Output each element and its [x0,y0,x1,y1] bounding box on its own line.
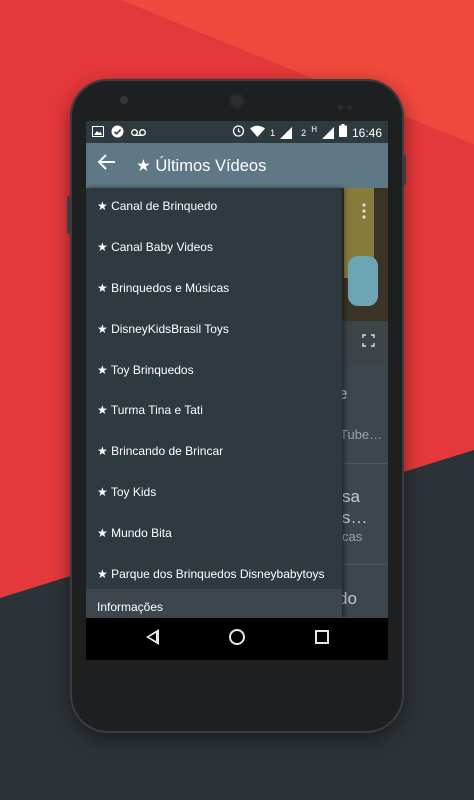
phone-screen: 1 2 H 16:46 ★ Últimos Vídeos e Tube… sa … [86,121,388,660]
page-title: ★ Últimos Vídeos [136,157,267,175]
system-nav-bar [86,618,388,660]
signal-icon [280,126,293,139]
wifi-icon [250,125,266,141]
alarm-icon [232,124,245,141]
drawer-item-brinquedos-e-musicas[interactable]: ★ Brinquedos e Músicas [97,281,229,295]
content-text-peek-2: Tube… [340,427,383,442]
phone-side-button [67,196,70,234]
drawer-item-parque-dos-brinquedos[interactable]: ★ Parque dos Brinquedos Disneybabytoys [97,567,325,581]
image-icon [92,126,104,141]
sim1-label: 1 [270,127,276,138]
more-options-icon[interactable] [362,203,368,219]
proximity-sensors [338,97,358,110]
drawer-item-toy-brinquedos[interactable]: ★ Toy Brinquedos [97,363,194,377]
content-text-peek-3: sa [342,487,360,506]
nav-home-icon[interactable] [229,629,245,645]
nav-recent-icon[interactable] [315,630,329,644]
drawer-item-turma-tina-e-tati[interactable]: ★ Turma Tina e Tati [97,403,203,417]
app-toolbar: ★ Últimos Vídeos [86,143,388,188]
thumbnail-detail-blue [348,256,378,306]
voicemail-icon [131,127,146,141]
status-bar: 1 2 H 16:46 [86,121,388,143]
drawer-item-canal-baby-videos[interactable]: ★ Canal Baby Videos [97,240,213,254]
network-type-label: H [311,124,317,134]
arrow-left-icon[interactable] [97,153,116,175]
list-divider-2 [342,564,388,565]
drawer-item-disneykidsbrasil-toys[interactable]: ★ DisneyKidsBrasil Toys [97,322,229,336]
content-text-peek-5: cas [342,529,363,544]
content-text-peek-4: s… [342,508,368,527]
fullscreen-icon[interactable] [362,334,375,350]
signal-icon-2 [321,126,334,139]
drawer-item-brincando-de-brincar[interactable]: ★ Brincando de Brincar [97,444,223,458]
phone-side-button-right [403,155,406,185]
clock: 16:46 [351,125,382,140]
sim2-label: 2 [301,127,307,138]
drawer-item-toy-kids[interactable]: ★ Toy Kids [97,485,156,499]
nav-back-icon-inner [149,633,156,641]
check-circle-icon [111,125,124,142]
front-camera [120,96,128,104]
earpiece-speaker [229,93,245,109]
navigation-drawer: ★ Canal de Brinquedo ★ Canal Baby Videos… [86,188,342,618]
drawer-item-canal-de-brinquedo[interactable]: ★ Canal de Brinquedo [97,199,217,213]
list-divider [342,463,388,464]
drawer-section-informacoes[interactable]: Informações [97,600,163,614]
battery-icon [338,124,347,141]
drawer-item-mundo-bita[interactable]: ★ Mundo Bita [97,526,172,540]
